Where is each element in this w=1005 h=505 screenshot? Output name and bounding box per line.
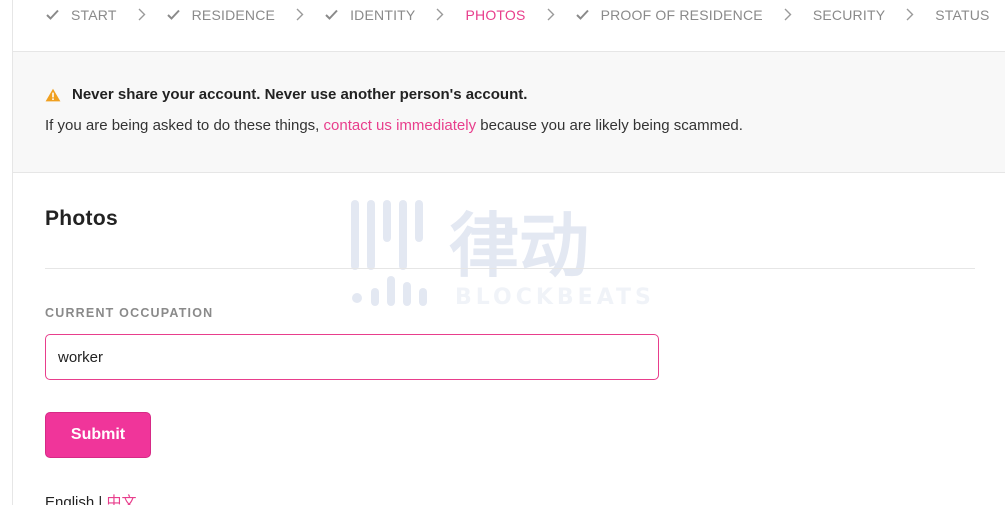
step-status[interactable]: STATUS	[935, 0, 989, 30]
section-divider	[45, 268, 975, 269]
check-icon	[575, 9, 591, 20]
language-separator: |	[94, 494, 107, 505]
step-label: RESIDENCE	[191, 6, 276, 23]
step-label: IDENTITY	[350, 6, 416, 23]
kyc-stepper: START RESIDENCE IDENTITY PHOTOS PROOF OF…	[13, 0, 1005, 52]
submit-button[interactable]: Submit	[45, 412, 151, 458]
check-icon	[166, 9, 182, 20]
language-switcher: English | 中文	[45, 491, 136, 505]
warning-icon	[45, 88, 62, 102]
chevron-right-icon	[906, 8, 914, 21]
check-icon	[325, 9, 340, 20]
chevron-right-icon	[436, 8, 444, 21]
step-label: PROOF OF RESIDENCE	[600, 6, 763, 23]
step-start[interactable]: START	[46, 0, 117, 30]
language-chinese[interactable]: 中文	[106, 494, 136, 505]
check-icon	[46, 9, 61, 20]
info-suffix: because you are likely being scammed.	[476, 117, 743, 134]
blockbeats-watermark: 律动 BLOCKBEATS	[351, 200, 655, 308]
occupation-input[interactable]	[45, 334, 659, 380]
step-proof-of-residence[interactable]: PROOF OF RESIDENCE	[575, 0, 763, 30]
scam-info-text: If you are being asked to do these thing…	[45, 117, 1005, 134]
language-current[interactable]: English	[45, 494, 94, 505]
warning-message: Never share your account. Never use anot…	[45, 86, 1005, 103]
step-identity[interactable]: IDENTITY	[325, 0, 415, 30]
step-label: PHOTOS	[465, 6, 526, 23]
chevron-right-icon	[784, 8, 792, 21]
step-residence[interactable]: RESIDENCE	[166, 0, 276, 30]
step-label: STATUS	[935, 6, 990, 23]
occupation-label: CURRENT OCCUPATION	[45, 306, 214, 320]
step-label: START	[71, 6, 117, 23]
page-title: Photos	[45, 207, 118, 230]
info-prefix: If you are being asked to do these thing…	[45, 117, 324, 134]
scam-warning-banner: Never share your account. Never use anot…	[13, 52, 1005, 173]
chevron-right-icon	[138, 8, 146, 21]
watermark-brand-en: BLOCKBEATS	[455, 285, 655, 308]
step-label: SECURITY	[812, 6, 886, 23]
chevron-right-icon	[547, 8, 555, 21]
warning-text: Never share your account. Never use anot…	[72, 86, 528, 103]
chevron-right-icon	[296, 8, 304, 21]
contact-us-link[interactable]: contact us immediately	[324, 117, 477, 134]
step-photos[interactable]: PHOTOS	[465, 0, 525, 30]
watermark-brand-cn: 律动	[449, 205, 589, 287]
step-security[interactable]: SECURITY	[813, 0, 885, 30]
kyc-page: START RESIDENCE IDENTITY PHOTOS PROOF OF…	[12, 0, 1005, 505]
